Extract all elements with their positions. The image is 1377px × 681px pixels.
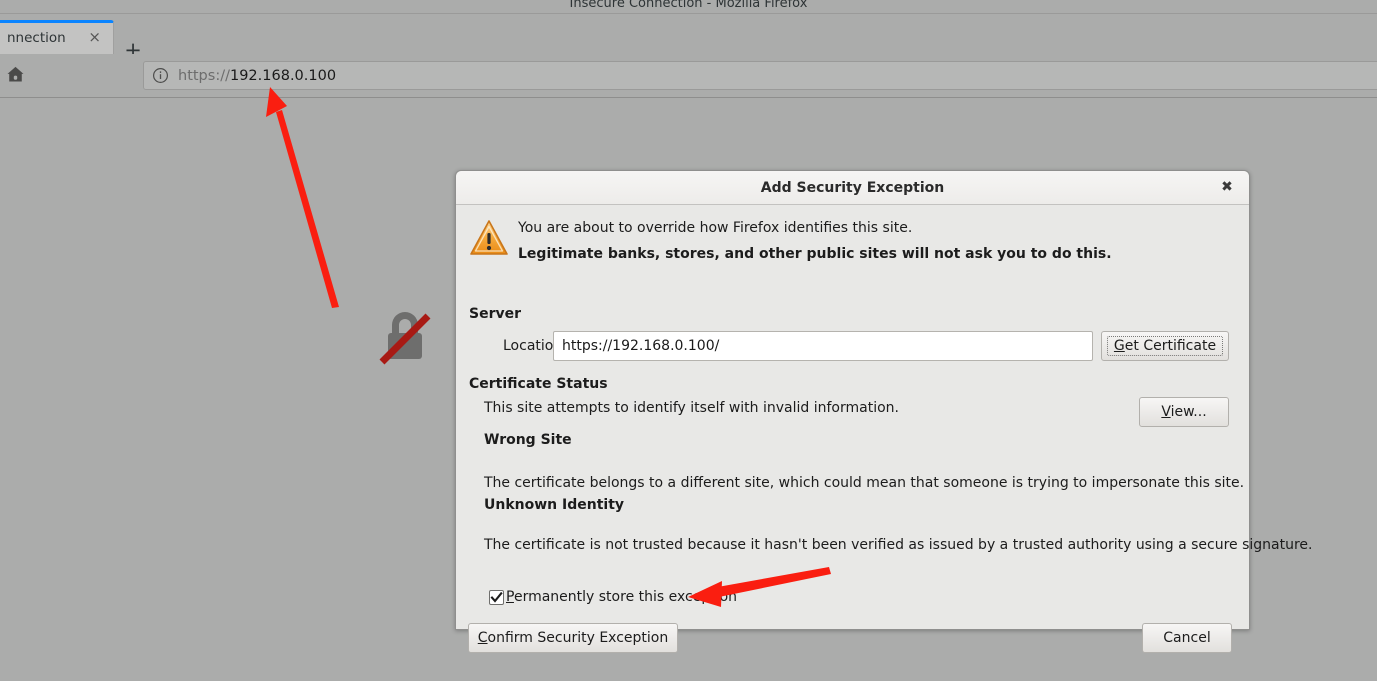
label-rest: et Certificate [1124, 338, 1217, 354]
tab-insecure-connection[interactable]: nnection × [0, 20, 114, 54]
warning-line-1: You are about to override how Firefox id… [518, 220, 913, 236]
accel-key: G [1113, 338, 1125, 354]
add-security-exception-dialog: Add Security Exception ✖ You are about t [455, 170, 1313, 653]
confirm-label: Confirm Security Exception [478, 630, 668, 646]
url-host: 192.168.0.100 [229, 67, 337, 84]
label-rest: ermanently store this exception [513, 589, 738, 605]
url-bar[interactable]: https://192.168.0.100 [143, 61, 1377, 90]
server-heading: Server [469, 306, 522, 322]
view-certificate-button[interactable]: View... [1139, 397, 1229, 427]
window-title: Insecure Connection - Mozilla Firefox [569, 0, 808, 11]
accel-key: C [477, 630, 488, 646]
check-icon [490, 591, 503, 603]
view-label: View... [1161, 404, 1206, 420]
close-icon[interactable]: ✖ [1219, 179, 1235, 195]
get-certificate-label: Get Certificate [1106, 336, 1224, 356]
issue-1-body: The certificate belongs to a different s… [484, 475, 1245, 491]
permanently-store-label: Permanently store this exception [506, 589, 737, 605]
issue-2-heading: Unknown Identity [484, 497, 625, 513]
get-certificate-button[interactable]: Get Certificate [1101, 331, 1229, 361]
url-text: https://192.168.0.100 [178, 68, 336, 84]
label-rest: iew... [1170, 404, 1207, 420]
certificate-status-text: This site attempts to identify itself wi… [484, 400, 899, 416]
issue-2-body: The certificate is not trusted because i… [484, 537, 1313, 553]
cancel-button[interactable]: Cancel [1142, 623, 1232, 653]
tab-strip: nnection × + [0, 15, 1377, 62]
info-circle-icon[interactable] [152, 67, 169, 84]
accel-key: V [1161, 404, 1171, 420]
url-scheme: https:// [178, 67, 230, 84]
warning-line-2: Legitimate banks, stores, and other publ… [518, 246, 1112, 262]
window-titlebar: Insecure Connection - Mozilla Firefox [0, 0, 1377, 14]
cancel-label: Cancel [1163, 630, 1211, 646]
issue-1-heading: Wrong Site [484, 432, 572, 448]
close-icon[interactable]: × [88, 29, 101, 45]
location-input[interactable] [553, 331, 1093, 361]
broken-lock-icon [374, 305, 436, 375]
dialog-titlebar: Add Security Exception ✖ [456, 171, 1249, 205]
certificate-status-heading: Certificate Status [469, 376, 608, 392]
tab-label: nnection [7, 30, 66, 46]
permanently-store-checkbox[interactable] [489, 589, 504, 605]
confirm-security-exception-button[interactable]: Confirm Security Exception [468, 623, 678, 653]
navigation-toolbar: https://192.168.0.100 [0, 54, 1377, 98]
permanently-store-row[interactable]: Permanently store this exception [489, 589, 737, 605]
accel-key: P [506, 589, 514, 605]
warning-triangle-icon [469, 218, 509, 262]
label-rest: onfirm Security Exception [487, 630, 669, 646]
dialog-title: Add Security Exception [760, 179, 945, 196]
home-icon [6, 65, 25, 88]
home-button[interactable] [0, 61, 30, 91]
